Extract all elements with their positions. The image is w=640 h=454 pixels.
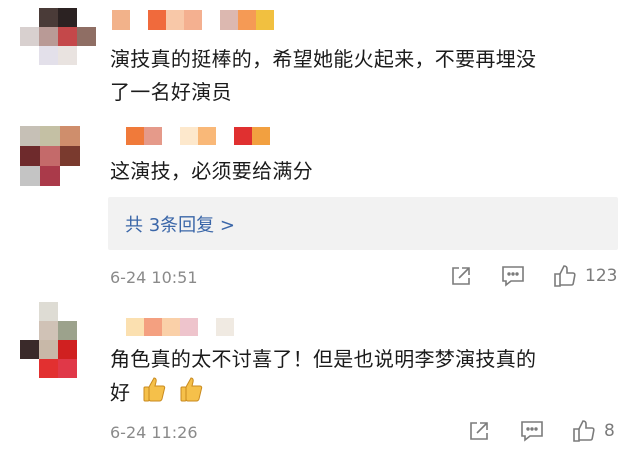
comment-text: 这演技，必须要给满分 xyxy=(110,159,313,183)
comment-time: 10:51 xyxy=(151,268,198,287)
share-button[interactable] xyxy=(450,265,472,287)
like-count: 8 xyxy=(604,421,615,441)
comment-text: 角色真的太不讨喜了！但是也说明李梦演技真的 好 xyxy=(110,343,536,412)
replies-panel[interactable]: 共 3条回复 > xyxy=(108,197,618,250)
comment-icon xyxy=(502,266,524,287)
comment-timestamp: 6-24 10:51 xyxy=(110,268,198,287)
comment-date: 6-24 xyxy=(110,423,147,442)
avatar[interactable] xyxy=(20,126,80,186)
avatar[interactable] xyxy=(20,302,77,378)
comment-timestamp: 6-24 11:26 xyxy=(110,423,198,442)
share-icon xyxy=(470,422,488,440)
avatar[interactable] xyxy=(20,8,96,65)
like-button[interactable]: 8 xyxy=(572,419,615,443)
username-mosaic[interactable] xyxy=(108,127,288,145)
comment-button[interactable] xyxy=(501,265,525,287)
thumbs-up-emoji-icon xyxy=(143,376,167,412)
share-button[interactable] xyxy=(468,420,490,442)
thumbs-up-icon xyxy=(573,420,595,442)
view-replies-link[interactable]: 共 3条回复 > xyxy=(125,211,235,237)
comment-text: 演技真的挺棒的，希望她能火起来，不要再埋没 了一名好演员 xyxy=(110,47,537,104)
thumbs-up-icon xyxy=(554,265,576,287)
thumbs-up-emoji-icon xyxy=(180,376,204,412)
username-mosaic[interactable] xyxy=(112,10,292,30)
comment-time: 11:26 xyxy=(151,423,198,442)
like-button[interactable]: 123 xyxy=(553,264,617,288)
like-count: 123 xyxy=(585,266,618,286)
comment-date: 6-24 xyxy=(110,268,147,287)
comment-icon xyxy=(521,421,543,442)
comment-button[interactable] xyxy=(520,420,544,442)
share-icon xyxy=(452,267,470,285)
username-mosaic[interactable] xyxy=(108,318,234,336)
